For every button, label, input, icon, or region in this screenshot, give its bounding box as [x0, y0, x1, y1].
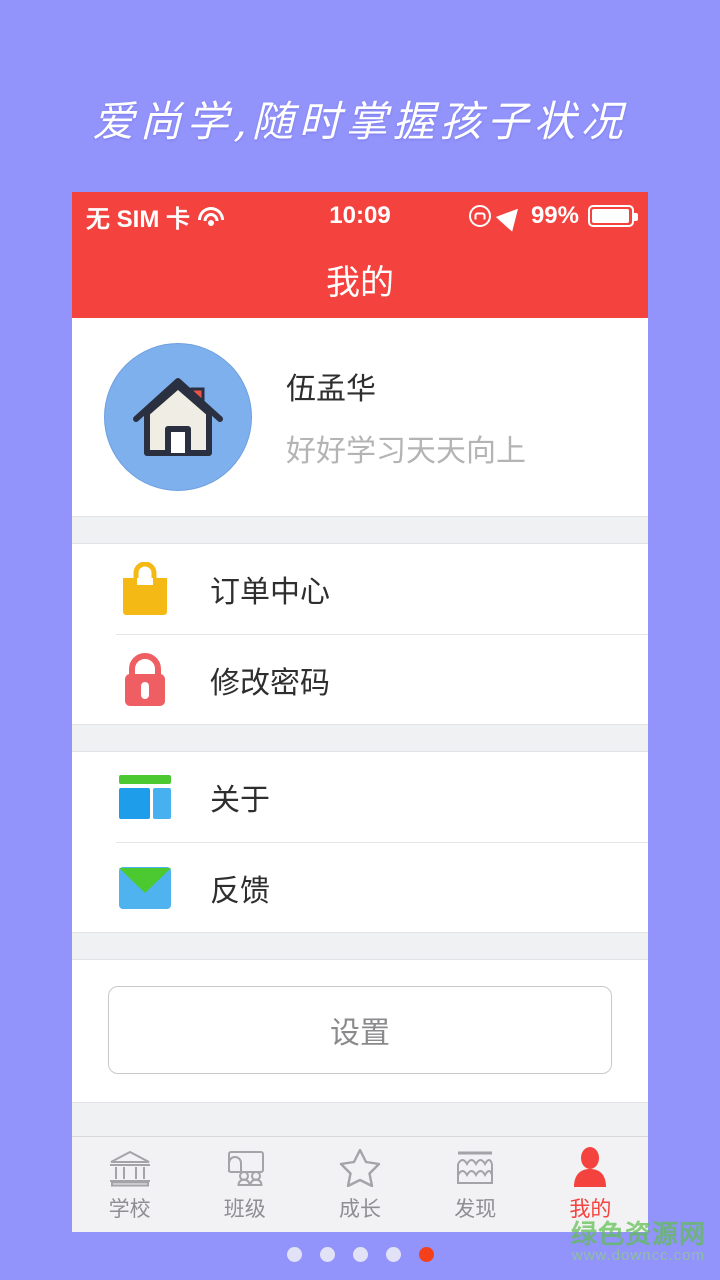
menu-item-label: 修改密码 [210, 666, 330, 700]
menu-group-info: 关于 反馈 [72, 752, 648, 932]
page-title: 我的 [326, 263, 394, 302]
menu-item-about[interactable]: 关于 [72, 752, 648, 842]
content-area: 伍孟华 好好学习天天向上 订单中心 修改密码 关于 反馈 设置 [72, 318, 648, 1148]
pager-dot[interactable] [352, 1247, 368, 1262]
tab-school[interactable]: 学校 [72, 1137, 187, 1232]
tab-class[interactable]: 班级 [187, 1137, 302, 1232]
screenshot-root: 爱尚学,随时掌握孩子状况 无 SIM 卡 10:09 99% 我的 伍孟华 好好… [0, 0, 720, 1280]
menu-item-label: 关于 [210, 784, 270, 817]
status-bar-left: 无 SIM 卡 [86, 199, 225, 234]
menu-item-label: 反馈 [210, 874, 270, 908]
tab-mine[interactable]: 我的 [533, 1137, 648, 1232]
carrier-label: 无 SIM 卡 [86, 205, 191, 233]
school-building-icon [108, 1147, 152, 1187]
watermark-url: www.downcc.com [571, 1247, 706, 1265]
settings-button[interactable]: 设置 [108, 986, 612, 1074]
section-divider [72, 516, 648, 544]
profile-text: 伍孟华 好好学习天天向上 [286, 364, 526, 470]
profile-motto: 好好学习天天向上 [286, 435, 526, 468]
menu-group-account: 订单中心 修改密码 [72, 544, 648, 724]
clock-label: 10:09 [329, 202, 391, 229]
avatar[interactable] [104, 343, 252, 491]
watermark: 绿色资源网 www.downcc.com [570, 1218, 706, 1265]
pager-dot[interactable] [319, 1247, 335, 1262]
banner-headline: 爱尚学,随时掌握孩子状况 [92, 97, 628, 146]
layout-panels-icon [116, 768, 174, 826]
section-divider [72, 932, 648, 960]
settings-button-wrap: 设置 [72, 960, 648, 1102]
storefront-icon [454, 1147, 496, 1187]
location-arrow-icon [495, 200, 527, 232]
star-icon [339, 1147, 381, 1187]
status-bar: 无 SIM 卡 10:09 99% [72, 192, 648, 240]
menu-item-orders[interactable]: 订单中心 [72, 544, 648, 634]
shopping-bag-icon [116, 560, 174, 618]
rotation-lock-icon [468, 205, 491, 227]
status-bar-right: 99% [468, 200, 638, 232]
tab-discover[interactable]: 发现 [418, 1137, 533, 1232]
battery-percent-label: 99% [530, 202, 579, 229]
tab-bar: 学校 班级 成长 发现 我的 [72, 1136, 648, 1232]
menu-item-change-password[interactable]: 修改密码 [116, 634, 648, 724]
tab-label: 发现 [454, 1197, 497, 1221]
watermark-site-name: 绿色资源网 [570, 1218, 706, 1249]
house-avatar-icon [133, 378, 223, 456]
section-divider [72, 724, 648, 752]
profile-row[interactable]: 伍孟华 好好学习天天向上 [72, 318, 648, 516]
classroom-icon [223, 1147, 267, 1187]
tab-label: 学校 [108, 1197, 151, 1221]
person-icon [570, 1146, 610, 1187]
tab-label: 我的 [569, 1197, 612, 1221]
pager-dot-active[interactable] [418, 1247, 434, 1262]
phone-screen: 无 SIM 卡 10:09 99% 我的 伍孟华 好好学习天天向上 订单中心 修… [72, 192, 648, 1232]
nav-bar: 我的 [72, 240, 648, 318]
pager-dot[interactable] [286, 1247, 302, 1262]
battery-icon [588, 205, 638, 227]
lock-icon [116, 651, 174, 709]
tab-growth[interactable]: 成长 [302, 1137, 417, 1232]
pager-dot[interactable] [385, 1247, 401, 1262]
menu-item-feedback[interactable]: 反馈 [116, 842, 648, 932]
menu-item-label: 订单中心 [210, 576, 330, 609]
envelope-icon [116, 859, 174, 917]
tab-label: 班级 [223, 1197, 266, 1221]
tab-label: 成长 [339, 1197, 381, 1221]
wifi-icon [198, 206, 225, 226]
profile-name: 伍孟华 [286, 373, 376, 406]
